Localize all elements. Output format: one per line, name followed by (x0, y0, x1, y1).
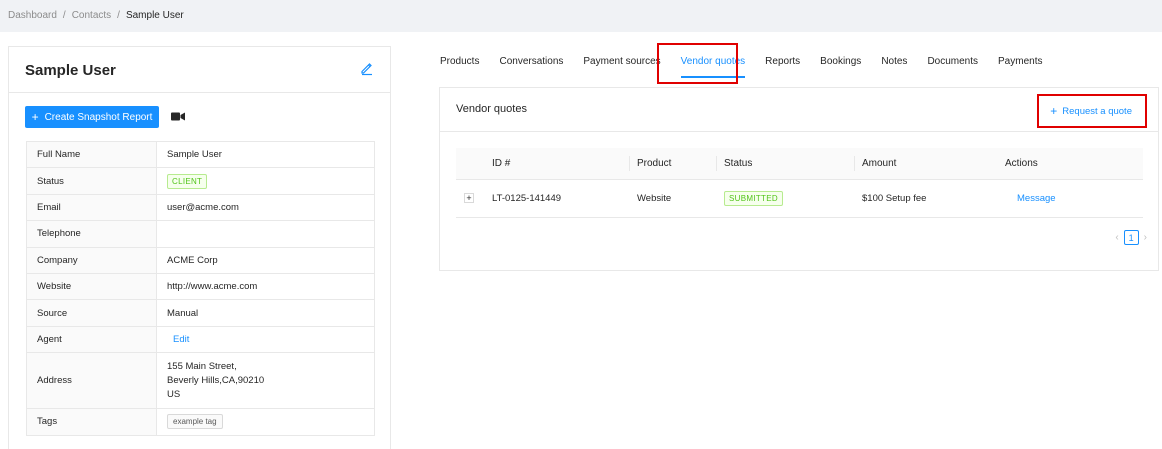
source-label: Source (26, 299, 157, 327)
email-label: Email (26, 193, 157, 222)
full-name-value: Sample User (156, 140, 375, 169)
telephone-label: Telephone (26, 220, 157, 248)
breadcrumb-dashboard[interactable]: Dashboard (8, 10, 57, 21)
create-snapshot-report-button[interactable]: + Create Snapshot Report (25, 106, 159, 128)
address-line-1: 155 Main Street, (167, 360, 237, 372)
detail-row-full-name: Full Name Sample User (26, 140, 375, 169)
chevron-right-icon[interactable]: › (1144, 232, 1147, 243)
video-camera-icon[interactable] (171, 111, 185, 122)
company-label: Company (26, 246, 157, 274)
product-column-header: Product (629, 148, 716, 180)
table-header-row: ID # Product Status Amount Actions (456, 148, 1143, 180)
status-label: Status (26, 167, 157, 195)
tab-payment-sources[interactable]: Payment sources (573, 44, 670, 84)
expand-column-header (456, 148, 484, 180)
quote-id: LT-0125-141449 (484, 179, 629, 218)
profile-name: Sample User (25, 62, 116, 79)
agent-label: Agent (26, 325, 157, 354)
company-value: ACME Corp (156, 246, 375, 274)
email-value: user@acme.com (156, 193, 375, 222)
tab-products[interactable]: Products (430, 44, 489, 84)
table-row: + LT-0125-141449 Website SUBMITTED $100 … (456, 179, 1143, 218)
request-quote-button[interactable]: + Request a quote (1050, 105, 1132, 117)
breadcrumb-current: Sample User (125, 10, 184, 21)
create-snapshot-report-label: Create Snapshot Report (44, 111, 153, 123)
tab-notes[interactable]: Notes (871, 44, 917, 84)
page-number[interactable]: 1 (1123, 230, 1139, 245)
profile-header: Sample User (9, 47, 390, 93)
tags-label: Tags (26, 408, 157, 436)
pencil-icon[interactable] (359, 60, 375, 76)
message-link[interactable]: Message (1017, 193, 1056, 204)
breadcrumb-separator: / (62, 10, 66, 21)
breadcrumb: Dashboard / Contacts / Sample User (8, 10, 184, 21)
address-label: Address (26, 352, 157, 410)
tab-bar: Products Conversations Payment sources V… (430, 44, 1052, 84)
tag-chip[interactable]: example tag (167, 414, 223, 430)
breadcrumb-contacts[interactable]: Contacts (72, 10, 111, 21)
plus-icon: + (31, 110, 39, 124)
website-value: http://www.acme.com (156, 272, 375, 301)
tab-vendor-quotes[interactable]: Vendor quotes (671, 44, 756, 84)
vendor-quotes-card: Vendor quotes + Request a quote ID # Pro… (439, 87, 1159, 271)
tab-reports[interactable]: Reports (755, 44, 810, 84)
quote-product: Website (629, 179, 716, 218)
tab-conversations[interactable]: Conversations (489, 44, 573, 84)
amount-column-header: Amount (854, 148, 997, 180)
tab-payments[interactable]: Payments (988, 44, 1052, 84)
actions-column-header: Actions (997, 148, 1143, 180)
telephone-value (156, 220, 375, 248)
vendor-quotes-table: ID # Product Status Amount Actions + LT-… (456, 148, 1143, 218)
contact-details-table: Full Name Sample User Status CLIENT Emai… (26, 140, 375, 436)
plus-icon: + (1050, 104, 1058, 118)
address-line-3: US (167, 388, 181, 400)
pagination: ‹ 1 › (1115, 230, 1147, 245)
website-label: Website (26, 272, 157, 301)
detail-row-status: Status CLIENT (26, 167, 375, 195)
address-value: 155 Main Street, Beverly Hills,CA,90210 … (156, 352, 375, 410)
detail-row-address: Address 155 Main Street, Beverly Hills,C… (26, 352, 375, 410)
vendor-quotes-header: Vendor quotes + Request a quote (440, 88, 1158, 132)
breadcrumb-separator: / (117, 10, 120, 21)
detail-row-tags: Tags example tag (26, 408, 375, 436)
id-column-header: ID # (484, 148, 629, 180)
status-badge: CLIENT (167, 173, 208, 189)
detail-row-telephone: Telephone (26, 220, 375, 248)
chevron-left-icon[interactable]: ‹ (1115, 232, 1118, 243)
detail-row-website: Website http://www.acme.com (26, 272, 375, 301)
quote-amount: $100 Setup fee (854, 179, 997, 218)
profile-card: Sample User + Create Snapshot Report Ful… (8, 46, 391, 449)
detail-row-company: Company ACME Corp (26, 246, 375, 274)
address-line-2: Beverly Hills,CA,90210 (167, 374, 265, 386)
quote-status-badge: SUBMITTED (724, 190, 783, 206)
detail-row-agent: Agent Edit (26, 325, 375, 354)
detail-row-source: Source Manual (26, 299, 375, 327)
tab-documents[interactable]: Documents (917, 44, 988, 84)
status-column-header: Status (716, 148, 854, 180)
vendor-quotes-title: Vendor quotes (456, 103, 527, 115)
full-name-label: Full Name (26, 140, 157, 169)
source-value: Manual (156, 299, 375, 327)
agent-edit-link[interactable]: Edit (173, 334, 189, 345)
expand-row-icon[interactable]: + (464, 193, 474, 203)
detail-row-email: Email user@acme.com (26, 193, 375, 222)
top-bar: Dashboard / Contacts / Sample User (0, 0, 1162, 32)
request-quote-label: Request a quote (1062, 105, 1132, 117)
tab-bookings[interactable]: Bookings (810, 44, 871, 84)
